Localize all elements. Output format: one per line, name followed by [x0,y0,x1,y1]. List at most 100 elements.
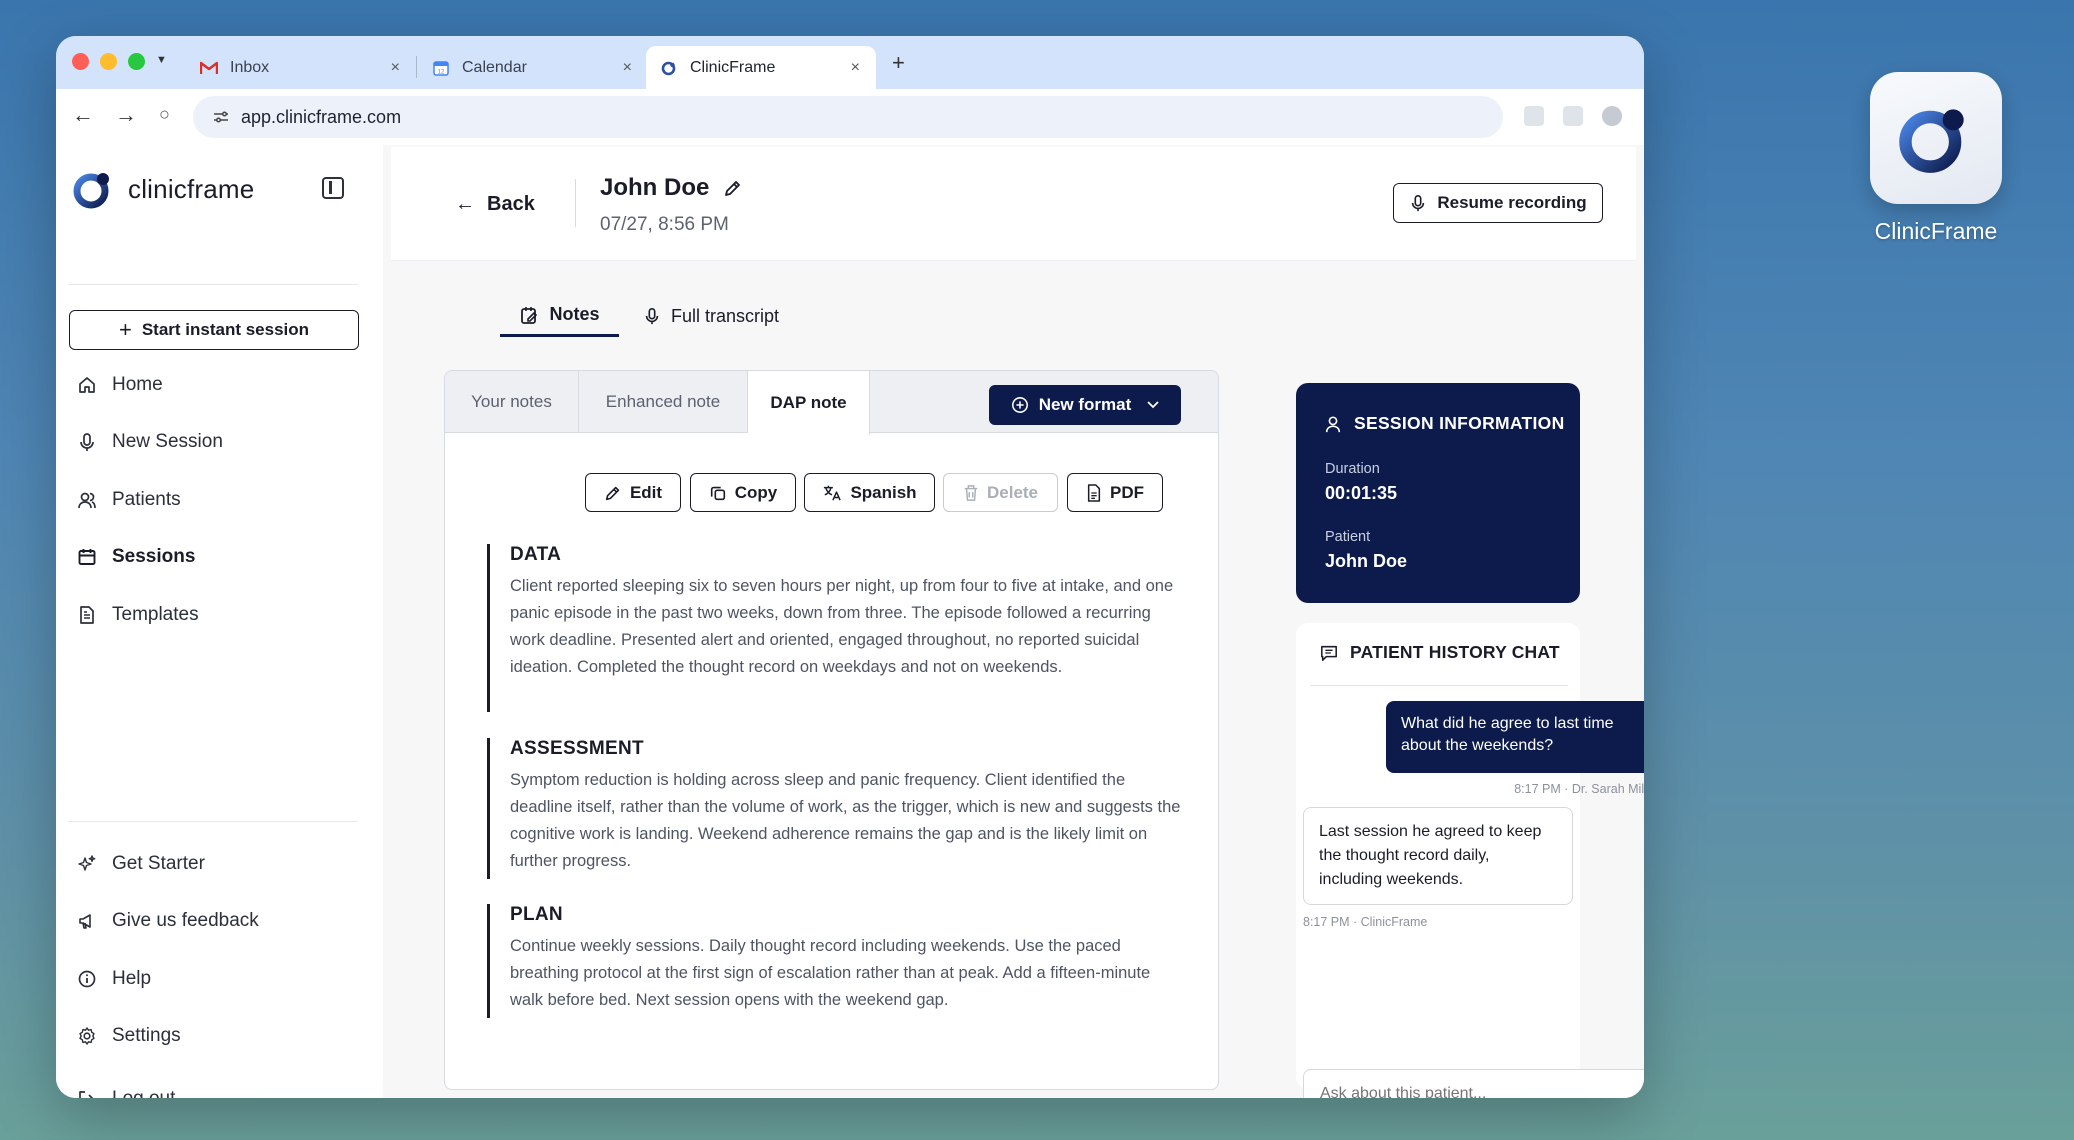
extension-icon[interactable] [1563,106,1583,126]
nav-item-patients[interactable]: Patients [76,483,181,517]
tab-your-notes[interactable]: Your notes [445,371,579,433]
tab-label: Calendar [462,58,527,76]
minimize-window-button[interactable] [100,53,117,70]
nav-item-settings[interactable]: Settings [76,1019,181,1053]
back-label: Back [487,193,535,215]
resume-recording-button[interactable]: Resume recording [1393,183,1603,223]
pencil-icon [604,484,622,502]
document-icon [76,604,98,626]
duration-value: 00:01:35 [1325,483,1398,503]
section-title: DATA [510,544,562,565]
section-body: Client reported sleeping six to seven ho… [510,577,1174,676]
tab-full-transcript[interactable]: Full transcript [643,295,779,337]
tab-label: Enhanced note [605,392,721,411]
close-tab-icon[interactable]: × [623,59,632,77]
note-section-data: DATA Client reported sleeping six to sev… [487,544,1187,712]
nav-label: Settings [112,1025,181,1046]
address-bar-row: ← → ○ app.clinicframe.com [56,89,1644,145]
chevron-down-icon [1147,401,1159,409]
nav-label: Templates [112,604,199,625]
patient-title: John Doe [600,174,743,202]
notepad-icon [519,305,539,325]
tab-clinicframe[interactable]: ClinicFrame × [646,46,876,89]
session-info-title: SESSION INFORMATION [1324,413,1565,434]
main-content: ← Back John Doe 07/27, 8:56 PM Resume re… [383,145,1644,1098]
note-card: Your notes Enhanced note DAP note New fo… [444,370,1219,1090]
url-text: app.clinicframe.com [241,106,402,127]
page-header: ← Back John Doe 07/27, 8:56 PM Resume re… [391,147,1636,261]
nav-item-help[interactable]: Help [76,962,151,996]
window-menu-chevron-icon[interactable]: ▼ [156,54,167,66]
patient-history-chat: PATIENT HISTORY CHAT What did he agree t… [1296,623,1644,1098]
patient-name: John Doe [600,174,710,201]
clinicframe-app-icon[interactable] [1870,72,2002,204]
nav-item-logout[interactable]: Log out [76,1082,175,1098]
tab-label: DAP note [770,393,847,412]
clinicframe-icon [660,59,678,77]
url-field[interactable]: app.clinicframe.com [193,96,1503,138]
close-tab-icon[interactable]: × [851,59,860,77]
close-tab-icon[interactable]: × [391,59,400,77]
nav-label: Get Starter [112,853,205,874]
button-label: Edit [629,482,663,502]
logout-icon [76,1088,98,1098]
tab-label: Notes [549,304,600,324]
reload-icon[interactable]: ○ [159,104,170,125]
nav-item-sessions[interactable]: Sessions [76,540,195,574]
nav-item-feedback[interactable]: Give us feedback [76,904,259,938]
tab-inbox[interactable]: Inbox × [186,46,416,89]
plus-icon: + [118,317,132,342]
gear-icon [76,1025,98,1047]
gmail-icon [200,59,218,77]
new-format-button[interactable]: New format [989,385,1181,425]
profile-avatar[interactable] [1602,106,1622,126]
home-icon [76,374,98,396]
extension-icon[interactable] [1524,106,1544,126]
chat-bubble-icon [1320,644,1338,662]
plus-circle-icon [1011,396,1029,414]
tab-dap-note[interactable]: DAP note [748,371,870,435]
edit-button[interactable]: Edit [585,473,681,512]
nav-item-home[interactable]: Home [76,368,163,402]
forward-arrow-icon[interactable]: → [115,102,137,128]
tab-notes[interactable]: Notes [500,295,619,337]
nav-item-new-session[interactable]: New Session [76,425,223,459]
nav-item-templates[interactable]: Templates [76,598,199,632]
info-icon [76,968,98,990]
nav-label: Home [112,374,163,395]
edit-name-pencil-icon[interactable] [723,178,743,198]
nav-item-get-starter[interactable]: Get Starter [76,847,205,881]
maximize-window-button[interactable] [128,53,145,70]
brand-logo[interactable]: clinicframe [72,167,254,211]
back-arrow-icon[interactable]: ← [72,102,94,128]
note-format-tabs: Your notes Enhanced note DAP note New fo… [445,371,1218,435]
new-tab-icon[interactable]: + [892,50,905,76]
megaphone-icon [76,910,98,932]
button-label: Spanish [850,482,917,502]
brand-name: clinicframe [128,173,255,204]
chat-message-meta: 8:17 PM · ClinicFrame [1303,915,1428,929]
clinicframe-logo-icon [73,173,109,209]
note-section-plan: PLAN Continue weekly sessions. Daily tho… [487,904,1187,1018]
tab-label: Inbox [230,58,270,76]
button-label: Copy [734,482,778,502]
translate-spanish-button[interactable]: Spanish [804,473,935,512]
tab-enhanced-note[interactable]: Enhanced note [579,371,748,433]
chat-message-assistant: Last session he agreed to keep the thoug… [1303,807,1573,905]
close-window-button[interactable] [72,53,89,70]
back-button[interactable]: ← Back [455,193,535,216]
delete-button[interactable]: Delete [943,473,1058,512]
mic-icon [1409,194,1427,212]
nav-label: New Session [112,431,223,452]
start-instant-session-button[interactable]: + Start instant session [69,310,359,350]
file-icon [1086,483,1102,502]
site-settings-icon[interactable] [213,110,229,124]
tab-calendar[interactable]: 12 Calendar × [418,46,648,89]
collapse-sidebar-icon[interactable] [322,177,344,199]
button-label: Start instant session [141,320,310,339]
pdf-button[interactable]: PDF [1067,473,1163,512]
nav-label: Help [112,968,152,989]
copy-button[interactable]: Copy [690,473,796,512]
chat-input[interactable] [1303,1069,1644,1098]
section-body: Continue weekly sessions. Daily thought … [510,937,1151,1009]
